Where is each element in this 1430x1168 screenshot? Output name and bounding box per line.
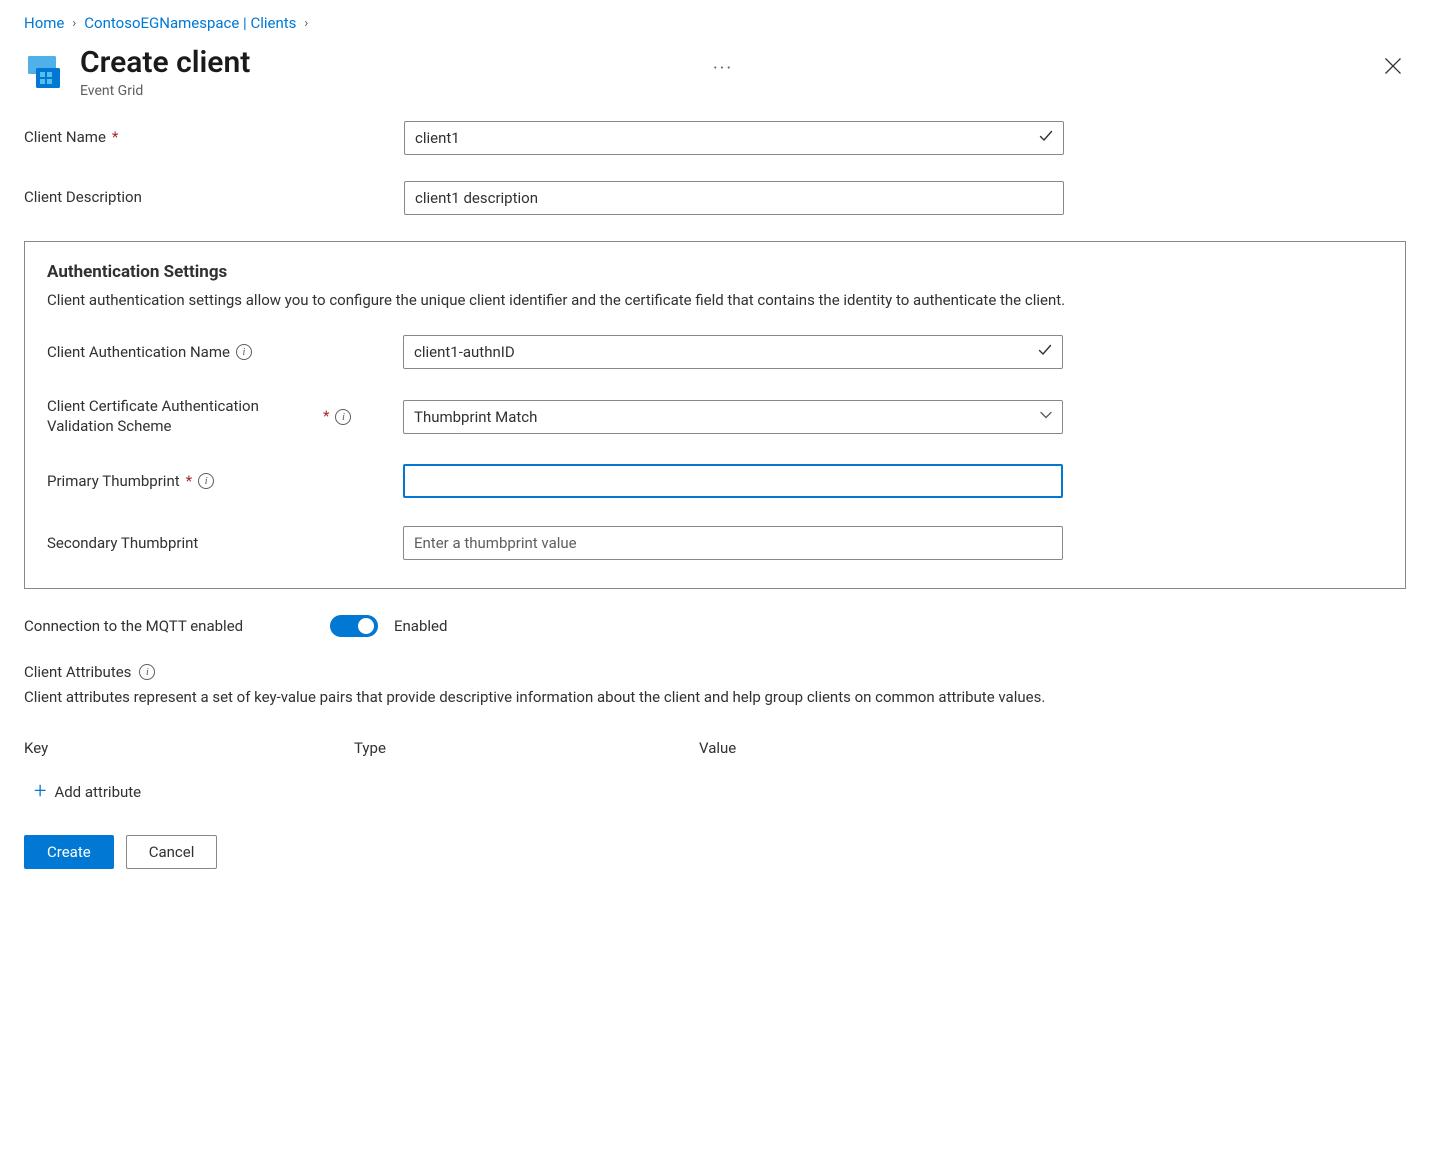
auth-name-label: Client Authentication Name i bbox=[47, 343, 403, 363]
attributes-description: Client attributes represent a set of key… bbox=[24, 687, 1406, 709]
chevron-right-icon: › bbox=[304, 16, 308, 31]
primary-thumbprint-label: Primary Thumbprint * i bbox=[47, 472, 403, 492]
info-icon[interactable]: i bbox=[139, 664, 155, 680]
cancel-button[interactable]: Cancel bbox=[126, 835, 218, 869]
mqtt-toggle-label: Connection to the MQTT enabled bbox=[24, 617, 330, 635]
column-value: Value bbox=[699, 739, 1406, 757]
primary-thumbprint-input[interactable] bbox=[403, 464, 1063, 498]
mqtt-toggle-row: Connection to the MQTT enabled Enabled bbox=[24, 615, 1406, 637]
authentication-section: Authentication Settings Client authentic… bbox=[24, 241, 1406, 590]
toggle-knob bbox=[358, 618, 374, 634]
info-icon[interactable]: i bbox=[236, 344, 252, 360]
chevron-right-icon: › bbox=[72, 16, 76, 31]
plus-icon: + bbox=[34, 781, 46, 803]
info-icon[interactable]: i bbox=[335, 409, 351, 425]
breadcrumb-home[interactable]: Home bbox=[24, 14, 64, 32]
cert-scheme-label: Client Certificate Authentication Valida… bbox=[47, 397, 403, 436]
create-button[interactable]: Create bbox=[24, 835, 114, 869]
column-type: Type bbox=[354, 739, 699, 757]
secondary-thumbprint-label: Secondary Thumbprint bbox=[47, 534, 403, 554]
client-description-label: Client Description bbox=[24, 188, 404, 208]
auth-section-description: Client authentication settings allow you… bbox=[47, 290, 1383, 312]
breadcrumb: Home › ContosoEGNamespace | Clients › bbox=[24, 14, 1406, 32]
close-button[interactable] bbox=[1380, 52, 1406, 85]
client-name-input[interactable] bbox=[404, 121, 1064, 155]
mqtt-toggle-status: Enabled bbox=[394, 617, 447, 635]
info-icon[interactable]: i bbox=[198, 473, 214, 489]
add-attribute-button[interactable]: + Add attribute bbox=[34, 781, 141, 803]
page-header: Create client Event Grid ··· bbox=[24, 46, 1406, 99]
cert-scheme-dropdown[interactable] bbox=[403, 400, 1063, 434]
more-actions-button[interactable]: ··· bbox=[713, 58, 733, 79]
breadcrumb-namespace[interactable]: ContosoEGNamespace | Clients bbox=[84, 14, 296, 32]
add-attribute-label: Add attribute bbox=[54, 783, 141, 801]
form-footer: Create Cancel bbox=[24, 835, 1406, 869]
secondary-thumbprint-input[interactable] bbox=[403, 526, 1063, 560]
page-subtitle: Event Grid bbox=[80, 83, 699, 99]
mqtt-toggle[interactable] bbox=[330, 615, 378, 637]
auth-section-title: Authentication Settings bbox=[47, 262, 1383, 282]
page-title: Create client bbox=[80, 46, 699, 81]
attribute-table-header: Key Type Value bbox=[24, 739, 1406, 757]
auth-name-input[interactable] bbox=[403, 335, 1063, 369]
column-key: Key bbox=[24, 739, 354, 757]
client-description-input[interactable] bbox=[404, 181, 1064, 215]
attributes-title: Client Attributes bbox=[24, 663, 131, 681]
client-name-label: Client Name * bbox=[24, 128, 404, 148]
event-grid-client-icon bbox=[24, 50, 66, 92]
